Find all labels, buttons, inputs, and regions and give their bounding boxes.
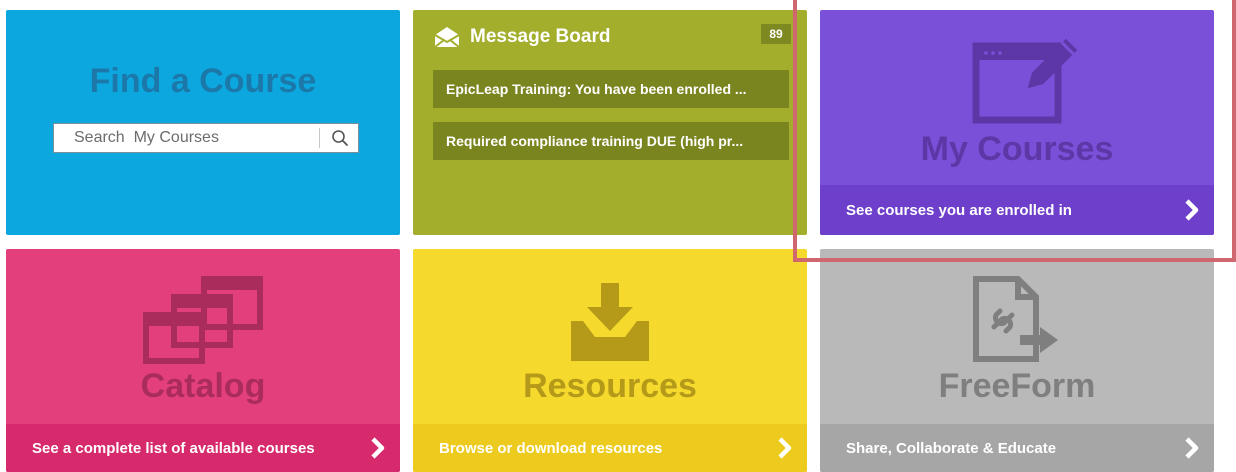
freeform-footer-text: Share, Collaborate & Educate bbox=[846, 439, 1057, 457]
resources-footer-text: Browse or download resources bbox=[439, 439, 663, 457]
chevron-right-icon bbox=[371, 437, 385, 459]
envelope-open-icon bbox=[434, 27, 460, 48]
resources-footer-link[interactable]: Browse or download resources bbox=[413, 424, 807, 472]
window-pencil-icon bbox=[972, 38, 1078, 124]
chevron-right-icon bbox=[778, 437, 792, 459]
catalog-tile[interactable]: Catalog See a complete list of available… bbox=[6, 249, 400, 472]
search-icon bbox=[332, 130, 348, 146]
freeform-title: FreeForm bbox=[938, 367, 1096, 405]
catalog-footer-text: See a complete list of available courses bbox=[32, 439, 315, 457]
search-box bbox=[53, 123, 359, 153]
freeform-tile[interactable]: FreeForm Share, Collaborate & Educate bbox=[820, 249, 1214, 472]
chevron-right-icon bbox=[1185, 437, 1199, 459]
freeform-footer-link[interactable]: Share, Collaborate & Educate bbox=[820, 424, 1214, 472]
search-divider bbox=[319, 128, 320, 148]
message-item[interactable]: Required compliance training DUE (high p… bbox=[433, 122, 789, 160]
find-course-tile: Find a Course bbox=[6, 10, 400, 235]
download-tray-icon bbox=[571, 283, 649, 361]
message-count-badge: 89 bbox=[761, 24, 791, 44]
my-courses-footer-text: See courses you are enrolled in bbox=[846, 201, 1072, 219]
message-board-header: Message Board bbox=[433, 24, 610, 50]
my-courses-footer-link[interactable]: See courses you are enrolled in bbox=[820, 185, 1214, 235]
find-course-title: Find a Course bbox=[89, 62, 317, 100]
message-board-title: Message Board bbox=[470, 26, 611, 47]
chevron-right-icon bbox=[1185, 199, 1199, 221]
document-link-icon bbox=[973, 276, 1058, 362]
catalog-footer-link[interactable]: See a complete list of available courses bbox=[6, 424, 400, 472]
search-input[interactable] bbox=[54, 124, 318, 152]
message-item[interactable]: EpicLeap Training: You have been enrolle… bbox=[433, 70, 789, 108]
search-button[interactable] bbox=[322, 124, 358, 152]
message-board-tile: Message Board 89 EpicLeap Training: You … bbox=[413, 10, 807, 235]
stacked-windows-icon bbox=[143, 276, 263, 364]
my-courses-tile[interactable]: My Courses See courses you are enrolled … bbox=[820, 10, 1214, 235]
resources-tile[interactable]: Resources Browse or download resources bbox=[413, 249, 807, 472]
catalog-title: Catalog bbox=[140, 367, 266, 405]
my-courses-title: My Courses bbox=[920, 130, 1114, 168]
resources-title: Resources bbox=[523, 367, 697, 405]
